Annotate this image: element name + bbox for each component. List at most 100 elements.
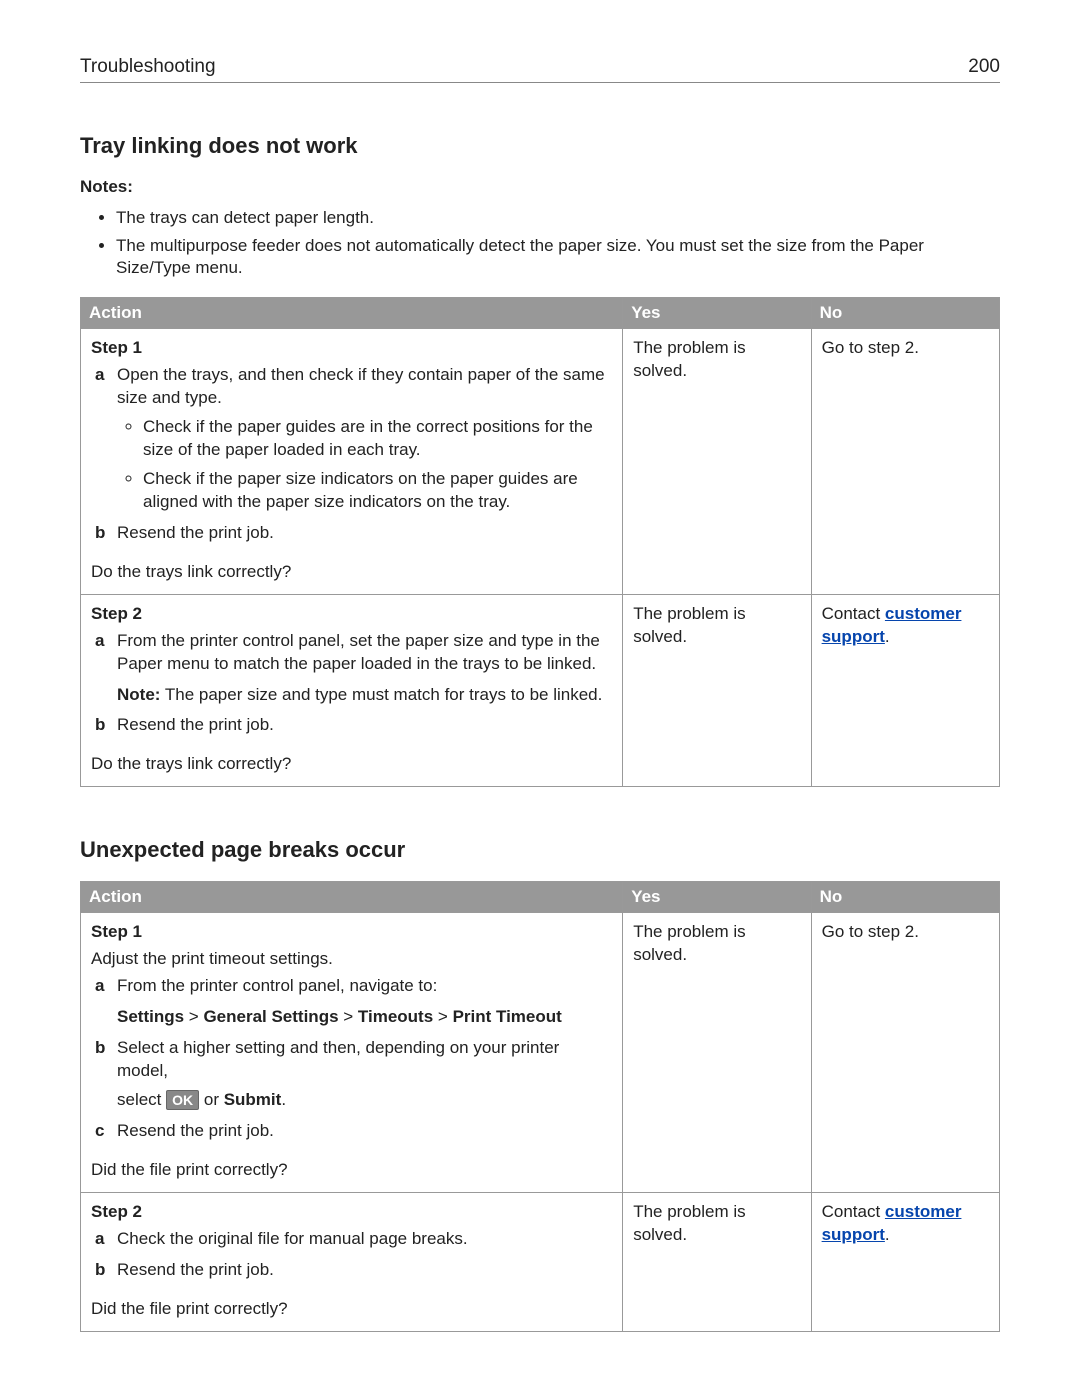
notes-item: The multipurpose feeder does not automat… (116, 235, 1000, 279)
no-cell: Go to step 2. (811, 329, 999, 594)
step-item-a: a Open the trays, and then check if they… (91, 364, 612, 514)
inner-bullet-item: Check if the paper guides are in the cor… (143, 416, 612, 462)
col-header-yes: Yes (623, 882, 811, 913)
document-page: Troubleshooting 200 Tray linking does no… (0, 0, 1080, 1397)
col-header-no: No (811, 882, 999, 913)
section-heading-page-breaks: Unexpected page breaks occur (80, 837, 1000, 863)
step-label: Step 2 (91, 603, 612, 626)
step-text: Check the original file for manual page … (117, 1229, 468, 1248)
path-sep: > (433, 1007, 452, 1026)
step-item-a: a From the printer control panel, naviga… (91, 975, 612, 998)
step-text: Resend the print job. (117, 1121, 274, 1140)
path-sep: > (184, 1007, 203, 1026)
step-text: . (281, 1090, 286, 1109)
table-row: Step 2 a Check the original file for man… (81, 1192, 1000, 1331)
step-text: select (117, 1090, 166, 1109)
step-item-b: b Resend the print job. (91, 522, 612, 545)
question-text: Do the trays link correctly? (91, 753, 612, 776)
step-list: b Resend the print job. (91, 714, 612, 737)
header-section: Troubleshooting (80, 56, 216, 78)
inner-bullets: Check if the paper guides are in the cor… (117, 416, 612, 514)
list-marker: a (95, 630, 104, 653)
step-text: or (199, 1090, 224, 1109)
list-marker: a (95, 364, 104, 387)
notes-label: Notes: (80, 177, 1000, 197)
nav-path: Settings > General Settings > Timeouts >… (117, 1006, 612, 1029)
yes-cell: The problem is solved. (623, 1192, 811, 1331)
submit-label: Submit (224, 1090, 282, 1109)
question-text: Did the file print correctly? (91, 1159, 612, 1182)
col-header-action: Action (81, 298, 623, 329)
step-item-b: b Resend the print job. (91, 714, 612, 737)
table-row: Step 1 a Open the trays, and then check … (81, 329, 1000, 594)
step-label: Step 1 (91, 337, 612, 360)
step-text: Resend the print job. (117, 715, 274, 734)
step-text: From the printer control panel, set the … (117, 631, 600, 673)
troubleshoot-table-tray: Action Yes No Step 1 a Open the trays, a… (80, 297, 1000, 787)
table-header-row: Action Yes No (81, 298, 1000, 329)
yes-cell: The problem is solved. (623, 329, 811, 594)
yes-cell: The problem is solved. (623, 913, 811, 1192)
no-cell: Contact customer support. (811, 594, 999, 787)
path-part: General Settings (203, 1007, 338, 1026)
step-intro: Adjust the print timeout settings. (91, 948, 612, 971)
action-cell: Step 1 Adjust the print timeout settings… (81, 913, 623, 1192)
list-marker: b (95, 1259, 105, 1282)
question-text: Did the file print correctly? (91, 1298, 612, 1321)
step-list: a From the printer control panel, naviga… (91, 975, 612, 998)
list-marker: a (95, 1228, 104, 1251)
inner-bullet-item: Check if the paper size indicators on th… (143, 468, 612, 514)
table-row: Step 2 a From the printer control panel,… (81, 594, 1000, 787)
action-cell: Step 2 a Check the original file for man… (81, 1192, 623, 1331)
list-marker: b (95, 522, 105, 545)
no-pre: Contact (822, 1202, 885, 1221)
step-list: a Check the original file for manual pag… (91, 1228, 612, 1282)
page-number: 200 (968, 56, 1000, 78)
step-item-b: b Select a higher setting and then, depe… (91, 1037, 612, 1112)
step-item-a: a From the printer control panel, set th… (91, 630, 612, 676)
list-marker: c (95, 1120, 104, 1143)
ok-button-icon: OK (166, 1090, 199, 1110)
step-text: From the printer control panel, navigate… (117, 976, 437, 995)
step-text: Resend the print job. (117, 523, 274, 542)
step-text: Open the trays, and then check if they c… (117, 365, 605, 407)
col-header-yes: Yes (623, 298, 811, 329)
step-item-a: a Check the original file for manual pag… (91, 1228, 612, 1251)
note-label: Note: (117, 685, 160, 704)
yes-cell: The problem is solved. (623, 594, 811, 787)
table-row: Step 1 Adjust the print timeout settings… (81, 913, 1000, 1192)
question-text: Do the trays link correctly? (91, 561, 612, 584)
step-item-b: b Resend the print job. (91, 1259, 612, 1282)
path-part: Timeouts (358, 1007, 433, 1026)
page-header: Troubleshooting 200 (80, 56, 1000, 83)
no-cell: Go to step 2. (811, 913, 999, 1192)
action-cell: Step 1 a Open the trays, and then check … (81, 329, 623, 594)
step-text: Resend the print job. (117, 1260, 274, 1279)
path-part: Print Timeout (453, 1007, 562, 1026)
step-list: b Select a higher setting and then, depe… (91, 1037, 612, 1143)
no-post: . (885, 1225, 890, 1244)
step-item-c: c Resend the print job. (91, 1120, 612, 1143)
note-text: The paper size and type must match for t… (160, 685, 602, 704)
inline-note: Note: The paper size and type must match… (117, 684, 612, 707)
notes-item: The trays can detect paper length. (116, 207, 1000, 229)
step-list: a From the printer control panel, set th… (91, 630, 612, 676)
step-list: a Open the trays, and then check if they… (91, 364, 612, 545)
step-text: Select a higher setting and then, depend… (117, 1038, 559, 1080)
notes-list: The trays can detect paper length. The m… (80, 207, 1000, 279)
no-cell: Contact customer support. (811, 1192, 999, 1331)
path-sep: > (339, 1007, 358, 1026)
list-marker: b (95, 714, 105, 737)
section-heading-tray-linking: Tray linking does not work (80, 133, 1000, 159)
path-part: Settings (117, 1007, 184, 1026)
action-cell: Step 2 a From the printer control panel,… (81, 594, 623, 787)
no-pre: Contact (822, 604, 885, 623)
list-marker: a (95, 975, 104, 998)
table-header-row: Action Yes No (81, 882, 1000, 913)
col-header-action: Action (81, 882, 623, 913)
step-label: Step 2 (91, 1201, 612, 1224)
no-post: . (885, 627, 890, 646)
list-marker: b (95, 1037, 105, 1060)
step-label: Step 1 (91, 921, 612, 944)
troubleshoot-table-pagebreaks: Action Yes No Step 1 Adjust the print ti… (80, 881, 1000, 1331)
